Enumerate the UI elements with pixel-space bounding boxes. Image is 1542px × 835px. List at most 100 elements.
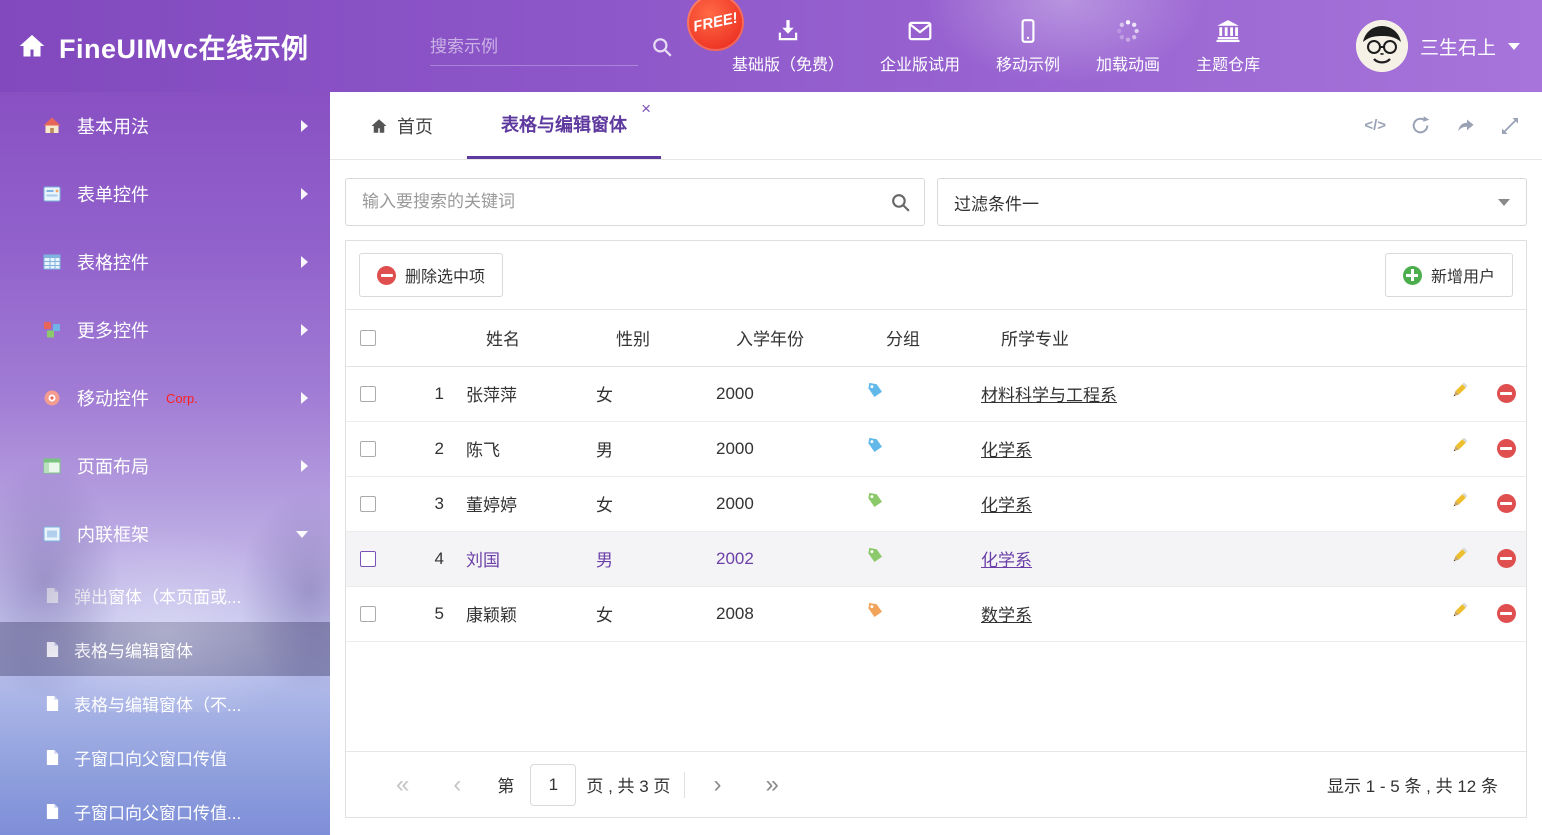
user-menu-caret-icon[interactable] (1508, 43, 1520, 50)
mobile-icon (1015, 18, 1041, 44)
prev-page-icon[interactable]: ‹ (431, 771, 483, 799)
cell-gender: 男 (584, 531, 704, 586)
form-icon (42, 184, 62, 204)
cell-year: 2008 (704, 586, 854, 641)
search-icon[interactable] (876, 179, 924, 225)
major-link[interactable]: 化学系 (981, 551, 1032, 570)
delete-icon[interactable] (1497, 604, 1516, 623)
row-number: 2 (410, 421, 454, 476)
row-checkbox[interactable] (360, 441, 376, 457)
home-icon[interactable] (18, 32, 46, 60)
edit-icon[interactable] (1448, 435, 1470, 462)
major-link[interactable]: 化学系 (981, 441, 1032, 460)
sidebar-subitem-grid-edit-window[interactable]: 表格与编辑窗体 (0, 622, 330, 676)
tab-home[interactable]: 首页 (364, 92, 439, 159)
cell-gender: 女 (584, 366, 704, 421)
file-icon (45, 803, 60, 820)
row-checkbox[interactable] (360, 606, 376, 622)
last-page-icon[interactable]: » (743, 771, 800, 799)
major-link[interactable]: 化学系 (981, 496, 1032, 515)
envelope-icon (906, 18, 934, 44)
sidebar-item-page-layout[interactable]: 页面布局 (0, 432, 330, 500)
frame-icon (42, 524, 62, 544)
delete-selected-button[interactable]: 删除选中项 (359, 253, 503, 297)
nav-item-loading-animations[interactable]: 加载动画 (1078, 18, 1178, 75)
header-search-input[interactable] (430, 37, 651, 57)
layout-icon (42, 456, 62, 476)
page-label: 第 (497, 772, 514, 797)
edit-icon[interactable] (1448, 380, 1470, 407)
select-all-checkbox[interactable] (360, 330, 376, 346)
page-number-input[interactable] (530, 764, 576, 806)
nav-item-label: 主题仓库 (1196, 51, 1260, 75)
nav-item-label: 基础版（免费） (732, 51, 844, 75)
sidebar-item-mobile-controls[interactable]: 移动控件 Corp. (0, 364, 330, 432)
tab-grid-edit-window[interactable]: 表格与编辑窗体 × (467, 92, 661, 159)
table-row[interactable]: 1 张萍萍 女 2000 材料科学与工程系 (346, 366, 1526, 421)
delete-icon[interactable] (1497, 384, 1516, 403)
row-checkbox[interactable] (360, 496, 376, 512)
blocks-icon (42, 320, 62, 340)
keyword-search-box (345, 178, 925, 226)
chevron-right-icon (301, 120, 308, 132)
record-summary: 显示 1 - 5 条 , 共 12 条 (1327, 772, 1498, 797)
page-total-label: 页 , 共 3 页 (586, 772, 670, 797)
sidebar-subitem-grid-edit-window-2[interactable]: 表格与编辑窗体（不... (0, 676, 330, 730)
delete-icon[interactable] (1497, 549, 1516, 568)
edit-icon[interactable] (1448, 545, 1470, 572)
major-link[interactable]: 材料科学与工程系 (981, 386, 1117, 405)
tag-icon (866, 547, 884, 565)
refresh-icon[interactable] (1410, 115, 1431, 136)
sidebar-item-form-controls[interactable]: 表单控件 (0, 160, 330, 228)
col-gender: 性别 (584, 310, 704, 366)
target-icon (42, 388, 62, 408)
search-icon[interactable] (651, 36, 673, 58)
share-icon[interactable] (1455, 115, 1476, 136)
nav-item-theme-repo[interactable]: 主题仓库 (1178, 18, 1278, 75)
row-number: 5 (410, 586, 454, 641)
first-page-icon[interactable]: « (374, 771, 431, 799)
major-link[interactable]: 数学系 (981, 606, 1032, 625)
nav-item-enterprise-trial[interactable]: 企业版试用 (862, 18, 978, 75)
tag-icon (866, 602, 884, 620)
delete-icon[interactable] (1497, 439, 1516, 458)
edit-icon[interactable] (1448, 490, 1470, 517)
filter-dropdown[interactable]: 过滤条件一 (937, 178, 1527, 226)
table-header-row: 姓名 性别 入学年份 分组 所学专业 (346, 310, 1526, 366)
table-row-selected[interactable]: 4 刘国 男 2002 化学系 (346, 531, 1526, 586)
table-row[interactable]: 2 陈飞 男 2000 化学系 (346, 421, 1526, 476)
nav-item-mobile-examples[interactable]: 移动示例 (978, 18, 1078, 75)
col-year: 入学年份 (704, 310, 854, 366)
tab-close-icon[interactable]: × (641, 100, 651, 117)
sidebar-subitem-child-to-parent[interactable]: 子窗口向父窗口传值 (0, 730, 330, 784)
keyword-search-input[interactable] (346, 192, 876, 212)
sidebar-subitem-child-to-parent-2[interactable]: 子窗口向父窗口传值... (0, 784, 330, 835)
col-actions (1414, 310, 1526, 366)
source-code-icon[interactable]: </> (1364, 117, 1386, 134)
app-header: FineUIMvc在线示例 FREE! 基础版（免费） (0, 0, 1542, 92)
tab-bar: 首页 表格与编辑窗体 × </> (330, 92, 1542, 160)
download-icon (774, 18, 802, 44)
table-row[interactable]: 3 董婷婷 女 2000 化学系 (346, 476, 1526, 531)
sidebar-item-iframe[interactable]: 内联框架 (0, 500, 330, 568)
sidebar-item-grid-controls[interactable]: 表格控件 (0, 228, 330, 296)
row-checkbox[interactable] (360, 386, 376, 402)
add-user-button[interactable]: 新增用户 (1385, 253, 1513, 297)
sidebar-item-more-controls[interactable]: 更多控件 (0, 296, 330, 364)
avatar[interactable] (1356, 20, 1408, 72)
table-row[interactable]: 5 康颖颖 女 2008 数学系 (346, 586, 1526, 641)
username[interactable]: 三生石上 (1420, 33, 1496, 60)
nav-item-label: 加载动画 (1096, 51, 1160, 75)
expand-icon[interactable] (1500, 116, 1520, 136)
home-icon (370, 117, 388, 135)
sidebar-item-basic-usage[interactable]: 基本用法 (0, 92, 330, 160)
edit-icon[interactable] (1448, 600, 1470, 627)
delete-icon[interactable] (1497, 494, 1516, 513)
plus-circle-icon (1403, 266, 1422, 285)
sidebar-subitem-popup-window[interactable]: 弹出窗体（本页面或... (0, 568, 330, 622)
row-checkbox[interactable] (360, 551, 376, 567)
nav-item-label: 企业版试用 (880, 51, 960, 75)
next-page-icon[interactable]: › (691, 771, 743, 799)
chevron-right-icon (301, 256, 308, 268)
row-number: 1 (410, 366, 454, 421)
